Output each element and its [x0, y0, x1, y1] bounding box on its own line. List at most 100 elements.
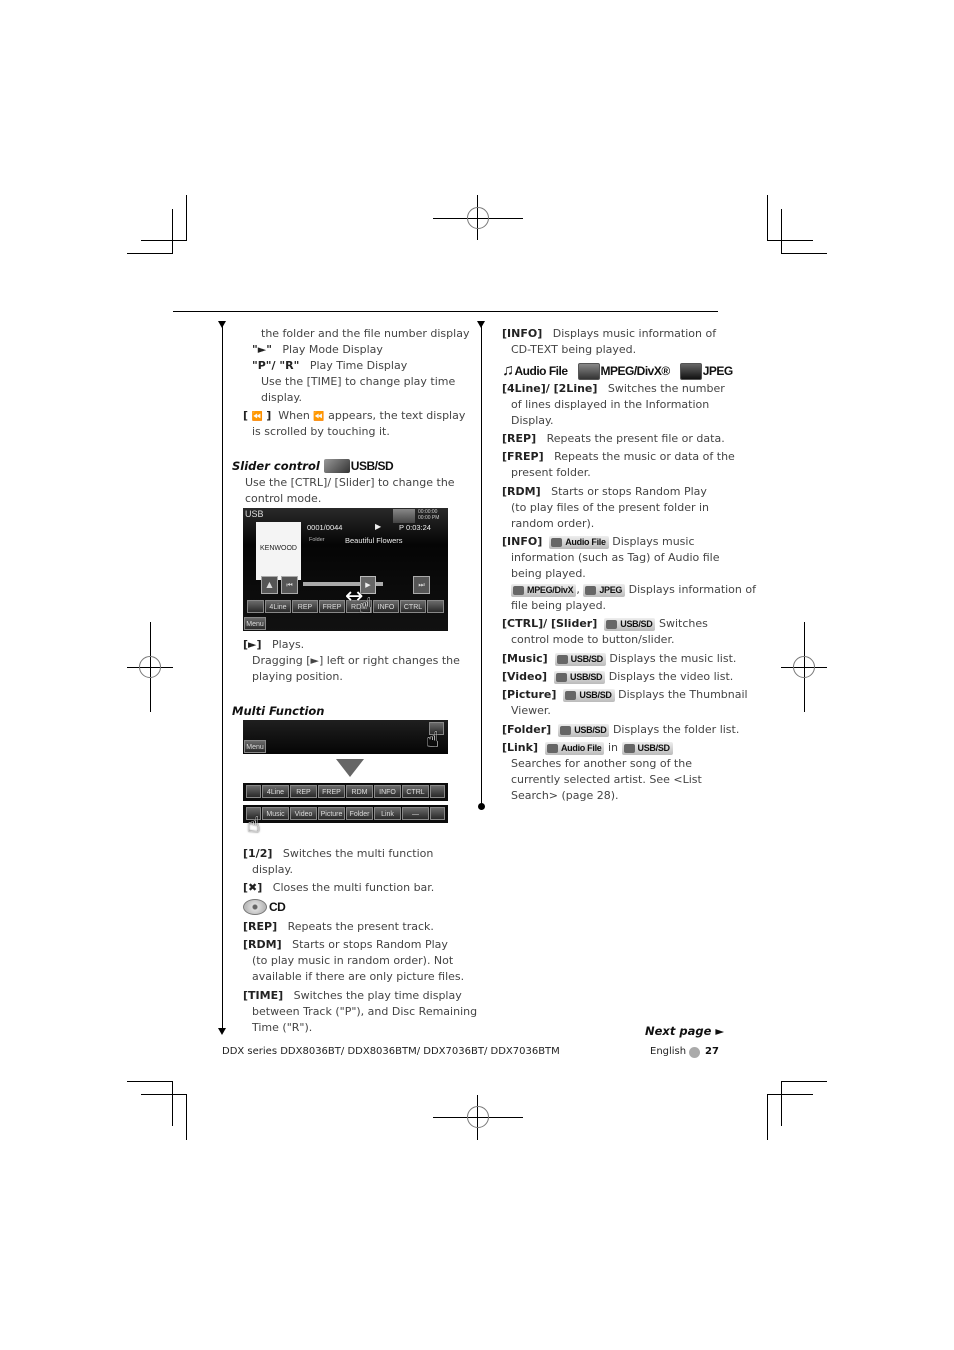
item-key: [INFO] [502, 535, 543, 548]
slider-desc: control mode. [245, 492, 322, 505]
play-item: [►] Plays. [243, 637, 304, 653]
track-counter: 0001/0044 [307, 523, 343, 532]
audio-file-badge: Audio File [544, 741, 605, 755]
multi-button[interactable]: INFO [374, 785, 401, 798]
music-list-item: [Music] USB/SD Displays the music list. [502, 651, 736, 667]
close-bar-button[interactable] [430, 785, 445, 798]
usb-sd-badge: USB/SD [621, 741, 673, 755]
item-desc: information (such as Tag) of Audio file [511, 551, 720, 564]
time-note-line: Use the [TIME] to change play time [261, 375, 456, 388]
scroll-desc: is scrolled by touching it. [252, 425, 390, 438]
scroll-icon: ⏪ [313, 412, 325, 422]
slider-desc: Use the [CTRL]/ [Slider] to change the [245, 476, 455, 489]
item-key: [CTRL]/ [Slider] [502, 617, 598, 630]
multi-button[interactable]: INFO [373, 600, 399, 613]
jpeg-badge: JPEG [679, 362, 734, 380]
item-key: [Video] [502, 670, 548, 683]
badge-label: CD [269, 900, 286, 914]
model-series: DDX series DDX8036BT/ DDX8036BTM/ DDX703… [222, 1046, 560, 1057]
usb-sd-badge: USB/SD [604, 617, 656, 631]
item-desc: Display. [511, 414, 554, 427]
close-bar-item: [✖] Closes the multi function bar. [243, 880, 434, 896]
multi-button[interactable]: — [402, 807, 429, 820]
multi-button[interactable]: Music [262, 807, 289, 820]
item-desc: random order). [511, 517, 595, 530]
link-item: [Link] Audio File in USB/SD [502, 740, 673, 756]
item-desc: in [607, 741, 619, 754]
play-time-key: "P"/ "R" [252, 359, 300, 372]
item-desc: Search> (page 28). [511, 789, 619, 802]
multi-button[interactable]: Picture [318, 807, 345, 820]
item-desc: between Track ("P"), and Disc Remaining [252, 1005, 478, 1018]
next-page-link[interactable]: Next page ► [645, 1023, 724, 1039]
intro-text: the folder and the file number display [261, 327, 470, 340]
menu-button[interactable]: Menu [244, 617, 266, 630]
next-track-button[interactable]: ⏭ [413, 576, 430, 594]
close-bar-button[interactable] [427, 600, 444, 613]
info-file-item: [INFO] Audio File Displays music [502, 534, 695, 550]
item-desc: Displays music [612, 535, 695, 548]
multi-button[interactable]: 4Line [265, 600, 291, 613]
multi-button[interactable]: 4Line [262, 785, 289, 798]
multi-button[interactable]: REP [290, 785, 317, 798]
item-desc: currently selected artist. See <List [511, 773, 702, 786]
item-desc: Time ("R"). [252, 1021, 313, 1034]
item-desc: Starts or stops Random Play [292, 938, 448, 951]
item-desc: present folder. [511, 466, 591, 479]
play-mode-indicator: ▶ [375, 522, 382, 531]
page-toggle-button[interactable] [246, 785, 261, 798]
item-key: [Music] [502, 652, 548, 665]
page-dot-icon [689, 1047, 700, 1058]
mpeg-divx-badge: MPEG/DivX® [577, 362, 670, 380]
item-desc: (to play music in random order). Not [252, 954, 454, 967]
menu-button[interactable]: Menu [244, 740, 266, 753]
audio-file-badge: Audio File [549, 535, 609, 549]
page-toggle-button[interactable] [247, 600, 264, 613]
eject-button[interactable]: ▲ [261, 576, 278, 594]
play-time: P 0:03:24 [399, 523, 431, 532]
multi-bar-page2-image: Music Video Picture Folder Link — ☝ [243, 805, 448, 838]
item-desc: Switches the multi function [282, 847, 434, 860]
multi-button[interactable]: FREP [318, 785, 345, 798]
page-switch-item: [1/2] Switches the multi function [243, 846, 433, 862]
multi-button[interactable]: Folder [346, 807, 373, 820]
badge-label: JPEG [702, 364, 734, 378]
previous-track-button[interactable]: ⏮ [281, 576, 298, 594]
item-desc: of lines displayed in the Information [511, 398, 710, 411]
close-bar-button[interactable] [430, 807, 445, 820]
slider-control-heading: Slider control USB/SD [232, 458, 394, 474]
ctrl-item: [CTRL]/ [Slider] USB/SD Switches [502, 616, 708, 632]
media-type-badges: ♫ Audio File MPEG/DivX® JPEG [502, 362, 733, 380]
item-key: [FREP] [502, 450, 544, 463]
play-desc: Dragging [►] left or right changes the [252, 654, 460, 667]
multi-button[interactable]: Video [290, 807, 317, 820]
pointing-hand-icon: ☝ [426, 728, 440, 753]
multi-button[interactable]: RDM [346, 785, 373, 798]
usb-sd-badge: USB/SD [563, 688, 615, 702]
language-label: English [650, 1046, 687, 1057]
info-cd-item: [INFO] Displays music information of [502, 326, 716, 342]
multi-button[interactable]: CTRL [400, 600, 426, 613]
multi-button[interactable]: Link [374, 807, 401, 820]
rep-item: [REP] Repeats the present file or data. [502, 431, 725, 447]
item-desc: (to play files of the present folder in [511, 501, 710, 514]
play-desc: playing position. [252, 670, 343, 683]
item-desc: Switches the play time display [293, 989, 462, 1002]
slider-screen-image: USB 00:00:00 00:00 PM KENWOOD 0001/0044 … [243, 508, 448, 631]
item-key: [REP] [502, 432, 537, 445]
item-desc: CD-TEXT being played. [511, 343, 637, 356]
multi-button[interactable]: CTRL [402, 785, 429, 798]
clock: 00:00:00 00:00 PM [418, 509, 440, 521]
item-desc: Displays the music list. [609, 652, 737, 665]
play-time-desc: Play Time Display [309, 359, 408, 372]
eject-tab[interactable] [393, 509, 415, 523]
multi-button[interactable]: REP [292, 600, 318, 613]
item-key: [Picture] [502, 688, 557, 701]
item-desc: Displays the Thumbnail [618, 688, 748, 701]
usb-sd-badge: USB/SD [554, 652, 606, 666]
multi-closed-screen-image: Menu ☝ [243, 720, 448, 754]
folder-label: Folder [309, 537, 325, 543]
multi-button[interactable]: FREP [319, 600, 345, 613]
usb-stick-icon [323, 459, 350, 473]
item-key: [REP] [243, 920, 278, 933]
